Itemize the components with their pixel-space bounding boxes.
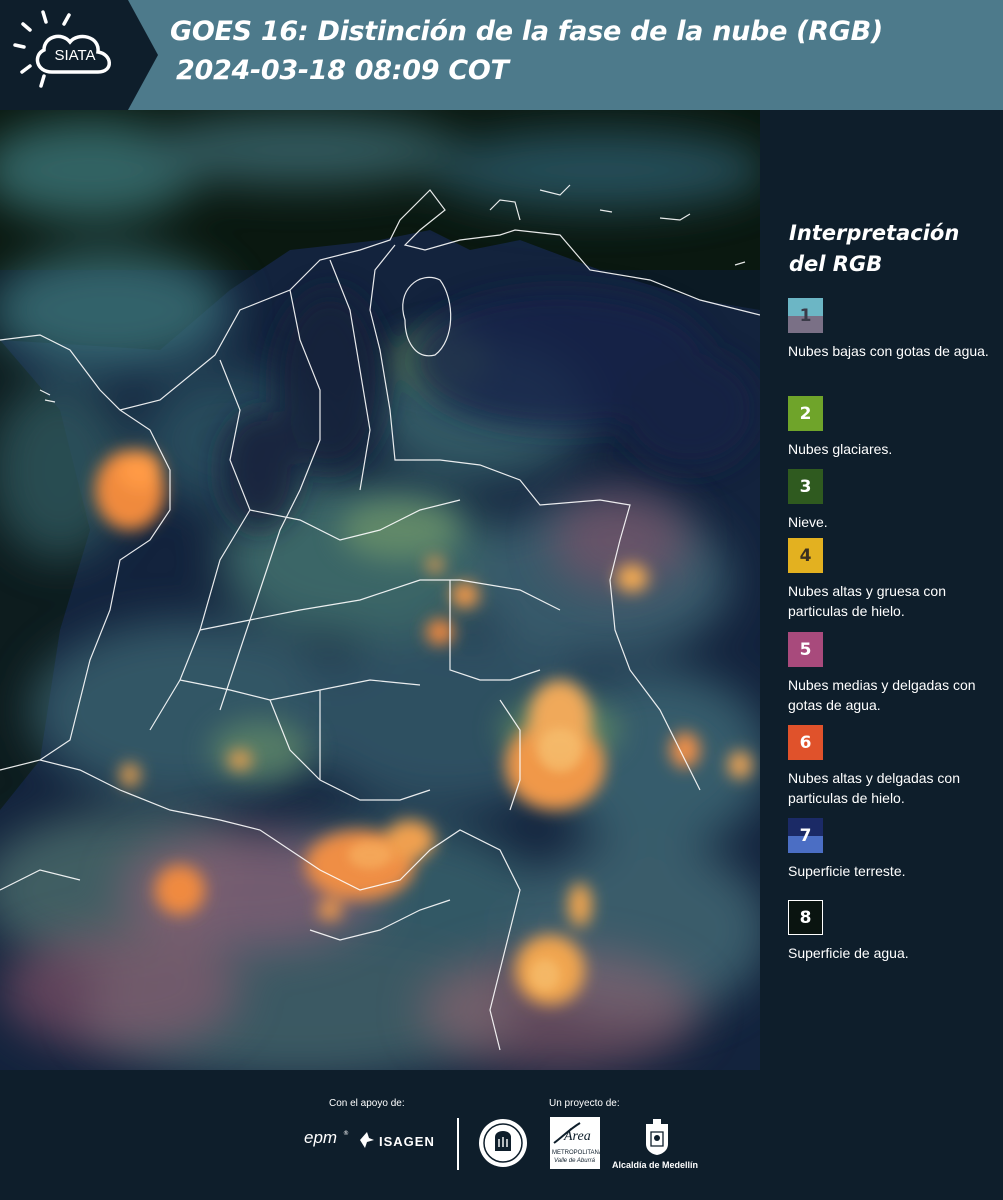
support-caption: Con el apoyo de: [329, 1098, 405, 1109]
isagen-logo-icon [360, 1132, 374, 1148]
legend-item-5: 5 Nubes medias y delgadas con gotas de ag… [788, 632, 1003, 715]
legend-number: 7 [799, 825, 812, 846]
legend-number: 2 [799, 403, 812, 424]
legend-item-7: 7 Superficie terreste. [788, 818, 1003, 881]
legend-item-1: 1 Nubes bajas con gotas de agua. [788, 298, 1003, 361]
legend-title-line1: Interpretación [789, 221, 960, 245]
legend-label: Nubes altas y gruesa con particulas de h… [788, 583, 946, 619]
legend-title: Interpretación del RGB [789, 218, 999, 280]
area-logo-line2: METROPOLITANA [552, 1150, 603, 1156]
registered-mark-icon: ® [343, 1130, 349, 1137]
legend-number: 5 [799, 639, 812, 660]
legend-swatch: 6 [788, 725, 823, 760]
legend-swatch: 1 [788, 298, 823, 333]
page-timestamp: 2024-03-18 08:09 COT [176, 55, 509, 86]
page-title: GOES 16: Distinción de la fase de la nub… [170, 16, 883, 47]
legend-item-2: 2 Nubes glaciares. [788, 396, 1003, 459]
legend-item-4: 4 Nubes altas y gruesa con particulas de … [788, 538, 1003, 621]
legend-label: Nubes altas y delgadas con particulas de… [788, 770, 960, 806]
footer-divider [457, 1118, 459, 1170]
rgb-legend: Interpretación del RGB 1 Nubes bajas con … [760, 110, 1003, 1070]
legend-swatch: 7 [788, 818, 823, 853]
legend-swatch: 8 [788, 900, 823, 935]
legend-label: Superficie terreste. [788, 863, 906, 879]
legend-number: 3 [799, 476, 812, 497]
epm-logo: epm [304, 1128, 338, 1147]
isagen-logo-text: ISAGEN [379, 1134, 435, 1149]
footer: Con el apoyo de: Un proyecto de: epm ® I… [0, 1070, 1003, 1200]
legend-title-line2: del RGB [789, 252, 883, 276]
legend-item-3: 3 Nieve. [788, 469, 1003, 532]
legend-label: Nubes bajas con gotas de agua. [788, 343, 989, 359]
legend-number: 8 [799, 907, 812, 928]
logo-panel: SIATA [0, 0, 158, 110]
alcaldia-logo-text: Alcaldía de Medellín [612, 1160, 699, 1170]
header-bar: SIATA GOES 16: Distinción de la fase de … [0, 0, 1003, 110]
project-caption: Un proyecto de: [549, 1098, 620, 1109]
area-metropolitana-logo: Área METROPOLITANA Valle de Aburrá [550, 1117, 603, 1169]
legend-label: Nubes glaciares. [788, 441, 893, 457]
legend-item-8: 8 Superficie de agua. [788, 900, 1003, 963]
university-seal-icon [479, 1119, 527, 1167]
legend-swatch: 2 [788, 396, 823, 431]
logo-text: SIATA [54, 47, 95, 64]
satellite-image [0, 110, 760, 1070]
legend-number: 6 [799, 732, 812, 753]
legend-label: Nubes medias y delgadas con gotas de agu… [788, 677, 976, 713]
area-logo-word: Área [564, 1129, 591, 1144]
legend-swatch: 5 [788, 632, 823, 667]
legend-label: Nieve. [788, 514, 828, 530]
legend-number: 1 [799, 305, 812, 326]
area-logo-line3: Valle de Aburrá [554, 1158, 595, 1164]
satellite-map[interactable] [0, 110, 760, 1070]
legend-number: 4 [799, 545, 812, 566]
legend-item-6: 6 Nubes altas y delgadas con particulas d… [788, 725, 1003, 808]
legend-swatch: 4 [788, 538, 823, 573]
legend-label: Superficie de agua. [788, 945, 909, 961]
legend-swatch: 3 [788, 469, 823, 504]
medellin-coat-of-arms-icon [646, 1119, 668, 1155]
